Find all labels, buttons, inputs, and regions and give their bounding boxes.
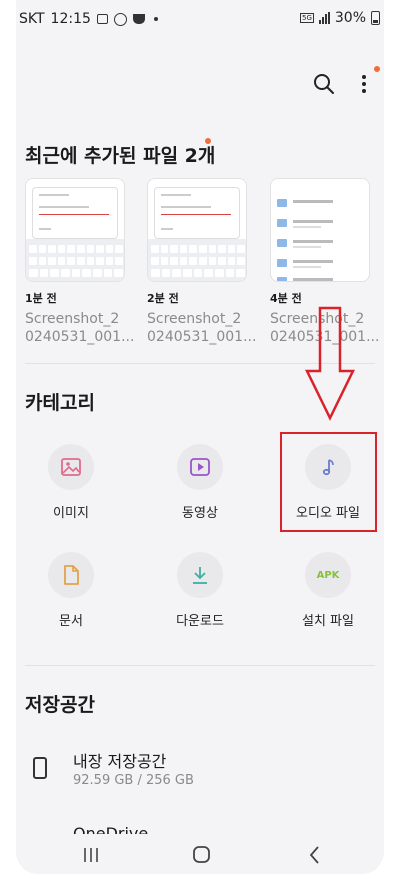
gallery-notification-icon <box>96 14 108 24</box>
back-button[interactable] <box>300 844 330 866</box>
search-button[interactable] <box>310 70 338 98</box>
category-label: 설치 파일 <box>302 614 354 629</box>
video-icon <box>190 458 210 476</box>
more-vert-icon <box>362 75 366 93</box>
category-icon-bg: APK <box>305 552 351 598</box>
category-label: 다운로드 <box>176 614 224 629</box>
category-icon-bg <box>48 444 94 490</box>
image-icon <box>61 458 81 476</box>
thumb-file-list <box>271 179 369 281</box>
recent-file-card[interactable]: 2분 전 Screenshot_2 0240531_001... <box>147 178 257 348</box>
file-name: Screenshot_2 0240531_001... <box>25 311 135 345</box>
back-icon <box>309 846 319 864</box>
document-icon <box>64 565 79 585</box>
category-icon-bg <box>177 444 223 490</box>
annotation-down-arrow <box>304 306 356 421</box>
file-name: Screenshot_2 0240531_001... <box>147 311 257 345</box>
top-toolbar <box>16 60 384 104</box>
recent-new-dot <box>205 138 211 144</box>
storage-size: 92.59 GB / 256 GB <box>73 773 194 788</box>
thumb-keyboard <box>26 239 124 281</box>
internal-storage-item[interactable]: 내장 저장공간 92.59 GB / 256 GB <box>25 740 375 796</box>
storage-title: 저장공간 <box>25 694 95 716</box>
download-icon <box>193 567 207 584</box>
battery-icon <box>371 11 380 25</box>
file-time: 4분 전 <box>270 292 302 305</box>
battery-percent: 30% <box>334 10 366 26</box>
category-apk[interactable]: APK 설치 파일 <box>273 552 383 642</box>
search-icon <box>314 74 334 94</box>
category-images[interactable]: 이미지 <box>16 444 126 534</box>
app-frame: SKT 12:15 5G 30% 최근에 추가된 파일 2개 1분 전 Scre… <box>0 0 400 888</box>
navigation-bar <box>16 834 384 874</box>
file-thumbnail <box>147 178 247 282</box>
clock: 12:15 <box>50 11 91 27</box>
thumb-keyboard <box>148 239 246 281</box>
status-left: SKT 12:15 <box>16 11 158 27</box>
recent-file-card[interactable]: 1분 전 Screenshot_2 0240531_001... <box>25 178 135 348</box>
categories-title: 카테고리 <box>25 392 95 414</box>
carrier-label: SKT <box>19 11 45 27</box>
category-videos[interactable]: 동영상 <box>145 444 255 534</box>
file-time: 2분 전 <box>147 292 179 305</box>
section-divider <box>25 665 375 666</box>
more-options-button[interactable] <box>354 70 374 98</box>
status-right: 5G 30% <box>299 10 380 26</box>
recent-apps-button[interactable] <box>76 844 106 866</box>
more-notifications-icon <box>153 17 158 21</box>
network-type-badge: 5G <box>299 13 314 23</box>
app-notification-icon <box>113 12 127 26</box>
category-downloads[interactable]: 다운로드 <box>145 552 255 642</box>
new-badge-dot <box>374 66 380 72</box>
status-bar: SKT 12:15 5G 30% <box>16 0 384 38</box>
apk-icon: APK <box>316 569 340 581</box>
home-icon <box>193 846 210 863</box>
phone-icon <box>33 757 47 779</box>
category-documents[interactable]: 문서 <box>16 552 126 642</box>
file-time: 1분 전 <box>25 292 57 305</box>
category-label: 이미지 <box>53 506 89 521</box>
category-label: 문서 <box>59 614 83 629</box>
file-thumbnail <box>270 178 370 282</box>
my-files-screen: SKT 12:15 5G 30% 최근에 추가된 파일 2개 1분 전 Scre… <box>16 0 384 874</box>
thumb-dialog <box>154 187 240 239</box>
category-label: 동영상 <box>182 506 218 521</box>
category-icon-bg <box>177 552 223 598</box>
coffee-notification-icon <box>132 14 145 24</box>
home-button[interactable] <box>186 844 216 866</box>
signal-icon <box>318 12 330 24</box>
file-thumbnail <box>25 178 125 282</box>
category-icon-bg <box>48 552 94 598</box>
recent-apps-icon <box>84 848 98 862</box>
storage-name: 내장 저장공간 <box>73 752 167 771</box>
recent-files-title: 최근에 추가된 파일 2개 <box>25 145 216 167</box>
annotation-highlight-box <box>280 432 377 532</box>
thumb-dialog <box>32 187 118 239</box>
